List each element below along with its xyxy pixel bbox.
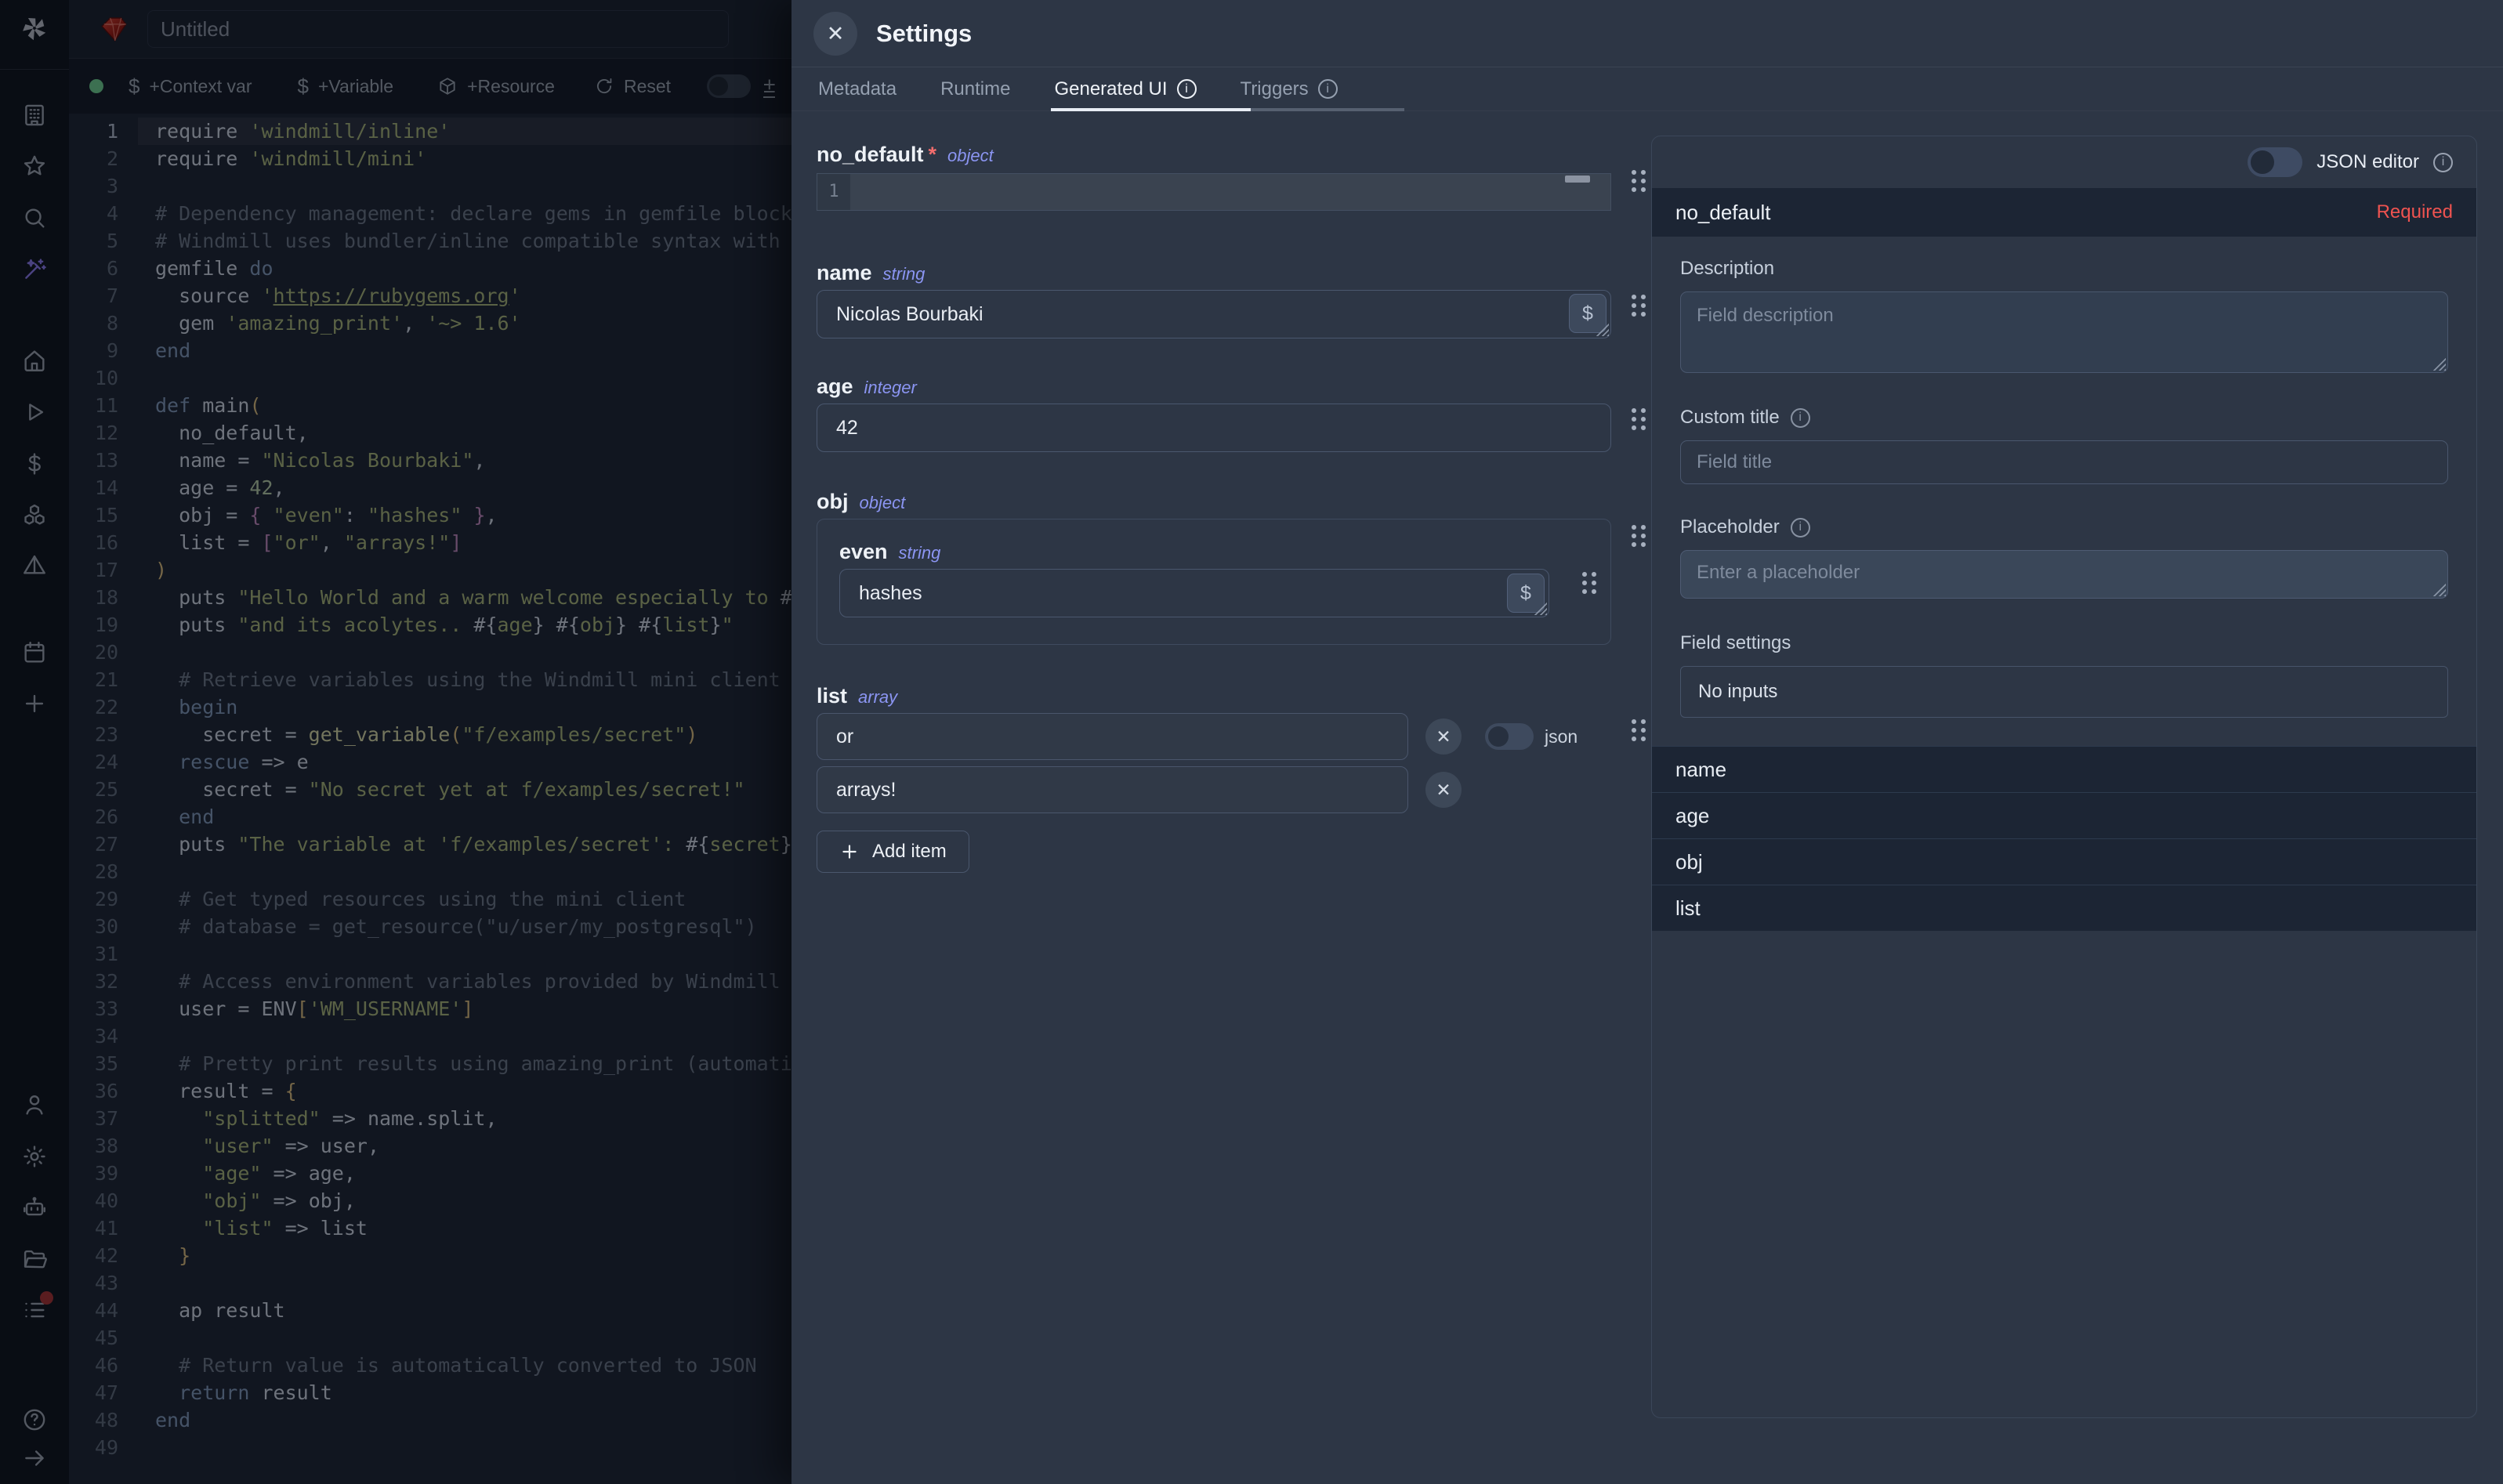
- field-label: no_default* object: [817, 143, 1611, 167]
- field-no-default: no_default* object 1: [817, 143, 1611, 211]
- placeholder-textarea[interactable]: [1681, 551, 2447, 598]
- field-age: age integer: [817, 375, 1611, 452]
- field-type: array: [858, 687, 897, 708]
- field-settings-body: Description Custom title Placeholder: [1652, 237, 2476, 718]
- selected-field-header[interactable]: no_default Required: [1652, 188, 2476, 237]
- tab-triggers[interactable]: Triggers: [1241, 78, 1338, 100]
- drag-handle-icon[interactable]: [1581, 571, 1598, 595]
- required-badge: Required: [2377, 201, 2453, 223]
- field-type: string: [899, 543, 941, 563]
- field-type: string: [883, 264, 925, 284]
- placeholder-textarea-wrap: [1680, 550, 2448, 599]
- insert-variable-button[interactable]: $: [1569, 294, 1606, 333]
- tab-metadata[interactable]: Metadata: [818, 78, 897, 100]
- field-type: integer: [864, 378, 917, 398]
- field-row-age[interactable]: age: [1652, 792, 2476, 838]
- field-list: list array ✕ json ✕ Add item: [817, 684, 1611, 873]
- array-item-input[interactable]: [817, 766, 1408, 813]
- required-asterisk: *: [929, 143, 937, 167]
- age-value-input[interactable]: [817, 404, 1611, 452]
- field-row-obj[interactable]: obj: [1652, 838, 2476, 885]
- plus-icon: [839, 842, 860, 862]
- remove-item-icon[interactable]: ✕: [1425, 772, 1462, 808]
- no-inputs-box: No inputs: [1680, 666, 2448, 718]
- field-label: age integer: [817, 375, 1611, 399]
- info-icon[interactable]: [1318, 79, 1338, 99]
- json-editor-label: JSON editor: [2316, 151, 2419, 173]
- array-item-row: ✕ json: [817, 713, 1611, 760]
- insert-variable-button[interactable]: $: [1507, 574, 1545, 613]
- close-icon[interactable]: ✕: [813, 12, 857, 56]
- field-settings-label: Field settings: [1680, 632, 2448, 655]
- tab-scrollbar-thumb: [1251, 108, 1404, 111]
- field-type: object: [860, 493, 906, 513]
- drag-handle-icon[interactable]: [1631, 524, 1647, 548]
- placeholder-label: Placeholder: [1680, 516, 2448, 539]
- array-item-row: ✕: [817, 766, 1611, 813]
- field-rows: nameageobjlist: [1652, 746, 2476, 931]
- settings-drawer: ✕ Settings Metadata Runtime Generated UI…: [791, 0, 2503, 1484]
- description-label: Description: [1680, 257, 2448, 281]
- field-label: name string: [817, 261, 1611, 285]
- add-item-button[interactable]: Add item: [817, 831, 969, 873]
- active-tab-underline: [1051, 108, 1251, 111]
- array-item-input[interactable]: [817, 713, 1408, 760]
- tab-generated-ui[interactable]: Generated UI: [1054, 78, 1196, 100]
- even-value-input[interactable]: [839, 569, 1549, 617]
- field-inspector-panel: JSON editor no_default Required Descript…: [1651, 136, 2477, 1418]
- remove-item-icon[interactable]: ✕: [1425, 718, 1462, 755]
- info-icon[interactable]: [1791, 518, 1810, 537]
- drawer-backdrop[interactable]: [0, 0, 791, 1484]
- scrollbar-thumb[interactable]: [1565, 176, 1590, 183]
- drag-handle-icon[interactable]: [1631, 294, 1647, 318]
- object-json-input[interactable]: 1: [817, 173, 1611, 211]
- info-icon[interactable]: [1177, 79, 1197, 99]
- drag-handle-icon[interactable]: [1631, 407, 1647, 432]
- info-icon[interactable]: [2433, 153, 2453, 172]
- custom-title-input[interactable]: [1680, 440, 2448, 484]
- drawer-header: ✕ Settings: [791, 0, 2503, 67]
- windmill-app: $ +Context var $ +Variable +Resource Res…: [0, 0, 2503, 1484]
- field-obj: obj object even string $: [817, 490, 1611, 645]
- field-label: list array: [817, 684, 1611, 708]
- field-label: even string: [839, 540, 1588, 564]
- generated-ui-form: no_default* object 1 name string $: [817, 143, 1611, 873]
- field-row-list[interactable]: list: [1652, 885, 2476, 931]
- json-toggle-label: json: [1545, 726, 1578, 747]
- nested-object-box: even string $: [817, 519, 1611, 645]
- description-textarea[interactable]: [1681, 292, 2447, 372]
- field-label: obj object: [817, 490, 1611, 514]
- field-row-name[interactable]: name: [1652, 746, 2476, 792]
- drag-handle-icon[interactable]: [1631, 718, 1647, 743]
- settings-tabs: Metadata Runtime Generated UI Triggers: [791, 67, 2503, 111]
- field-name: name string $: [817, 261, 1611, 338]
- custom-title-label: Custom title: [1680, 406, 2448, 429]
- json-mode-toggle[interactable]: [1485, 723, 1534, 750]
- drawer-title: Settings: [876, 0, 972, 67]
- name-value-input[interactable]: [817, 290, 1611, 338]
- description-textarea-wrap: [1680, 291, 2448, 373]
- info-icon[interactable]: [1791, 408, 1810, 428]
- json-editor-toggle[interactable]: [2248, 147, 2302, 177]
- field-type: object: [947, 146, 994, 166]
- line-number: 1: [817, 174, 850, 210]
- json-editor-row: JSON editor: [1652, 136, 2476, 188]
- drag-handle-icon[interactable]: [1631, 169, 1647, 194]
- tab-runtime[interactable]: Runtime: [940, 78, 1010, 100]
